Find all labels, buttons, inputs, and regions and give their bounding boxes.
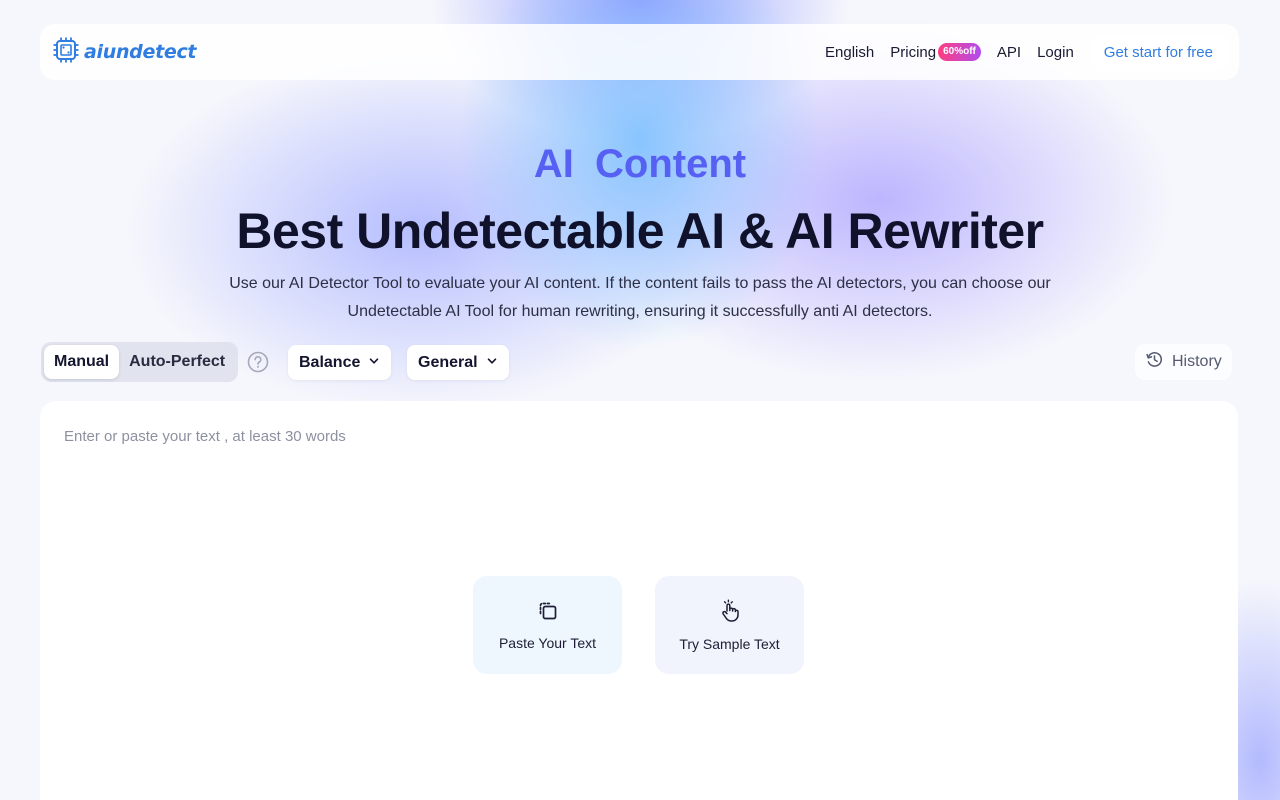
history-clock-icon [1145,350,1164,374]
strength-select[interactable]: Balance [288,345,392,380]
purpose-select-value: General [418,353,478,371]
discount-badge: 60%off [938,43,981,61]
nav-login[interactable]: Login [1037,44,1074,61]
nav-pricing[interactable]: Pricing [890,44,936,61]
text-input[interactable] [40,401,1238,800]
page-title: Best Undetectable AI & AI Rewriter [236,203,1044,259]
history-label: History [1172,353,1222,370]
chip-icon [52,36,80,69]
nav-pricing-group: Pricing 60%off [890,43,981,61]
try-sample-label: Try Sample Text [679,635,780,652]
hero-description-line-1: Use our AI Detector Tool to evaluate you… [229,275,1051,292]
question-circle-icon[interactable] [247,351,269,378]
nav-links: English Pricing 60%off API Login Get sta… [825,33,1227,71]
nav-language[interactable]: English [825,44,874,61]
chevron-down-icon [368,354,380,372]
mode-toggle: Manual Auto-Perfect [41,342,239,382]
top-navbar: aiundetect English Pricing 60%off API Lo… [40,24,1239,80]
try-sample-button[interactable]: Try Sample Text [655,576,804,674]
strength-select-value: Balance [299,353,361,371]
hero-tagline: AI Content [533,142,747,186]
nav-api[interactable]: API [997,44,1021,61]
pointer-hand-icon [718,599,742,626]
paste-text-button[interactable]: Paste Your Text [473,576,622,674]
logo[interactable]: aiundetect [52,36,197,69]
mode-auto-perfect-button[interactable]: Auto-Perfect [119,345,235,379]
mode-manual-button[interactable]: Manual [44,345,120,379]
logo-text: aiundetect [84,41,197,63]
text-editor-panel: Paste Your Text Try Sample Text [40,401,1238,800]
history-button[interactable]: History [1135,344,1232,380]
paste-icon [537,600,559,625]
purpose-select[interactable]: General [407,345,509,380]
hero-description-line-2: Undetectable AI Tool for human rewriting… [347,303,933,320]
paste-text-label: Paste Your Text [498,634,597,651]
get-started-button[interactable]: Get start for free [1089,33,1227,71]
hero-description: Use our AI Detector Tool to evaluate you… [200,270,1080,326]
chevron-down-icon [486,354,498,372]
